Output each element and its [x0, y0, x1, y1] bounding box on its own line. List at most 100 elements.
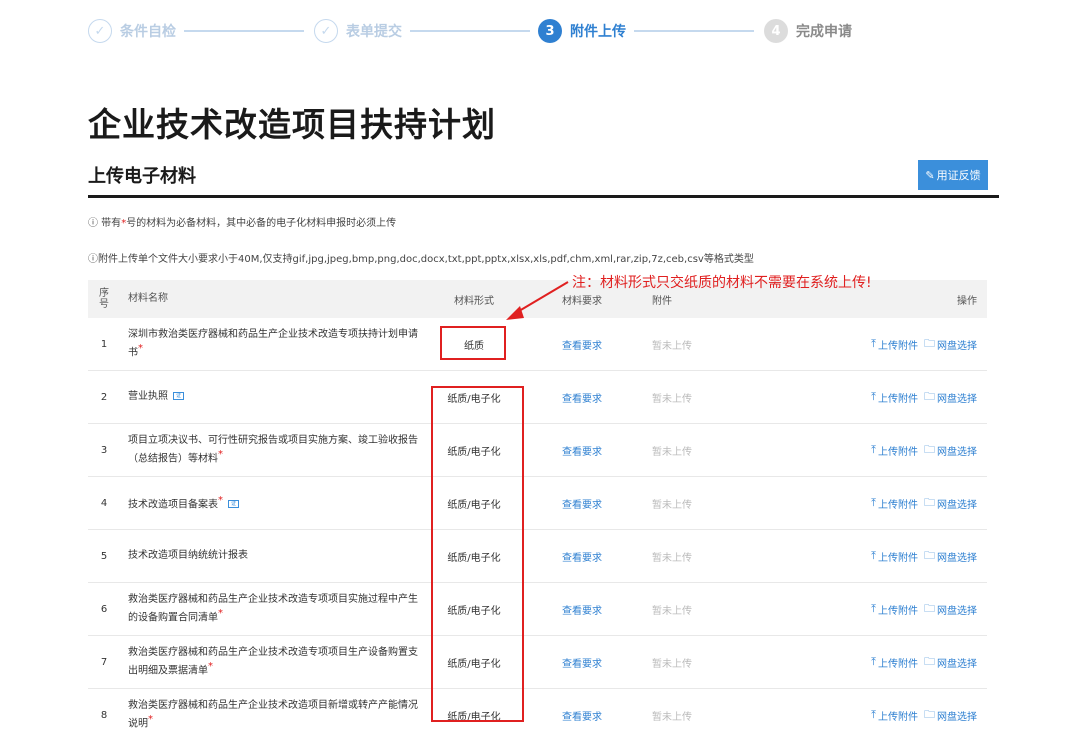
attachment-status: 暂未上传: [652, 393, 692, 405]
row-number: 4: [100, 497, 108, 509]
material-name-text: 救治类医疗器械和药品生产企业技术改造专项项目实施过程中产生的设备购置合同清单: [128, 593, 418, 624]
row-number: 7: [100, 656, 108, 668]
material-name-text: 营业执照: [128, 391, 168, 402]
progress-stepper: ✓ 条件自检 ✓ 表单提交 3 附件上传 4 完成申请: [88, 18, 858, 44]
row-actions: ⤒ 上传附件 🗀 网盘选择: [865, 689, 977, 730]
attachment-status: 暂未上传: [652, 711, 692, 723]
step-label: 完成申请: [796, 24, 852, 40]
row-number: 3: [100, 444, 108, 456]
step-connector: [184, 30, 304, 32]
view-requirement-link[interactable]: 查看要求: [562, 530, 622, 582]
upload-attachment-button[interactable]: ⤒ 上传附件: [871, 337, 918, 352]
required-note: ⓘ 带有*号的材料为必备材料，其中必备的电子化材料申报时必须上传: [88, 214, 396, 229]
cloud-disk-select-button[interactable]: 🗀 网盘选择: [924, 653, 977, 672]
table-row: 5 技术改造项目纳统统计报表 纸质/电子化 查看要求 暂未上传 ⤒ 上传附件 🗀 网盘选择: [88, 530, 987, 583]
step-number: 3: [538, 19, 562, 43]
row-number: 2: [100, 391, 108, 403]
note-text: 号的材料为必备材料，其中必备的电子化材料申报时必须上传: [126, 218, 397, 229]
table-row: 1 深圳市救治类医疗器械和药品生产企业技术改造专项扶持计划申请书* 纸质 查看要求 暂未…: [88, 318, 987, 371]
upload-icon: ⤒: [871, 390, 876, 403]
upload-icon: ⤒: [871, 337, 876, 350]
row-number: 8: [100, 709, 108, 721]
check-icon: ✓: [88, 19, 112, 43]
table-row: 4 技术改造项目备案表* 证纸质/电子化 查看要求 暂未上传 ⤒ 上传附件 🗀 网盘选择: [88, 477, 987, 530]
upload-attachment-button[interactable]: ⤒ 上传附件: [871, 655, 918, 670]
upload-icon: ⤒: [871, 655, 876, 668]
folder-icon: 🗀: [924, 442, 935, 456]
cloud-disk-select-button[interactable]: 🗀 网盘选择: [924, 706, 977, 725]
attachment-status: 暂未上传: [652, 446, 692, 458]
view-requirement-link[interactable]: 查看要求: [562, 424, 622, 476]
cloud-disk-select-button[interactable]: 🗀 网盘选择: [924, 335, 977, 354]
required-star: *: [148, 713, 153, 725]
material-name-text: 项目立项决议书、可行性研究报告或项目实施方案、竣工验收报告（总结报告）等材料: [128, 434, 418, 465]
file-size-note: ⓘ附件上传单个文件大小要求小于40M,仅支持gif,jpg,jpeg,bmp,p…: [88, 254, 754, 265]
check-icon: ✓: [314, 19, 338, 43]
row-actions: ⤒ 上传附件 🗀 网盘选择: [865, 424, 977, 476]
note-text: ⓘ 带有: [88, 218, 122, 229]
step-connector: [410, 30, 530, 32]
required-star: *: [218, 494, 223, 506]
material-name-text: 救治类医疗器械和药品生产企业技术改造专项项目生产设备购置支出明细及票据清单: [128, 646, 418, 677]
header-operation: 操作: [957, 295, 977, 307]
attachment-status: 暂未上传: [652, 552, 692, 564]
attachment-status: 暂未上传: [652, 658, 692, 670]
view-requirement-link[interactable]: 查看要求: [562, 371, 622, 423]
section-header: 上传电子材料 ✎ 用证反馈: [88, 158, 999, 198]
row-number: 5: [100, 550, 108, 562]
step-complete: 4 完成申请: [764, 18, 852, 44]
row-actions: ⤒ 上传附件 🗀 网盘选择: [865, 530, 977, 582]
material-name-text: 技术改造项目备案表: [128, 499, 218, 511]
row-actions: ⤒ 上传附件 🗀 网盘选择: [865, 583, 977, 635]
view-requirement-link[interactable]: 查看要求: [562, 636, 622, 688]
row-actions: ⤒ 上传附件 🗀 网盘选择: [865, 371, 977, 423]
cloud-disk-select-button[interactable]: 🗀 网盘选择: [924, 388, 977, 407]
view-requirement-link[interactable]: 查看要求: [562, 477, 622, 529]
e-license-icon: 证: [228, 500, 239, 509]
upload-attachment-button[interactable]: ⤒ 上传附件: [871, 443, 918, 458]
folder-icon: 🗀: [924, 548, 935, 562]
attachment-status: 暂未上传: [652, 340, 692, 352]
row-actions: ⤒ 上传附件 🗀 网盘选择: [865, 636, 977, 688]
cloud-disk-select-button[interactable]: 🗀 网盘选择: [924, 494, 977, 513]
upload-icon: ⤒: [871, 549, 876, 562]
step-label: 附件上传: [570, 24, 626, 40]
upload-attachment-button[interactable]: ⤒ 上传附件: [871, 708, 918, 723]
table-row: 8 救治类医疗器械和药品生产企业技术改造项目新增或转产产能情况说明* 纸质/电子化查…: [88, 689, 987, 730]
view-requirement-link[interactable]: 查看要求: [562, 583, 622, 635]
upload-attachment-button[interactable]: ⤒ 上传附件: [871, 549, 918, 564]
upload-icon: ⤒: [871, 602, 876, 615]
step-label: 表单提交: [346, 24, 402, 40]
table-row: 2 营业执照证纸质/电子化 查看要求 暂未上传 ⤒ 上传附件 🗀 网盘选择: [88, 371, 987, 424]
required-star: *: [208, 660, 213, 672]
step-number: 4: [764, 19, 788, 43]
feedback-button[interactable]: ✎ 用证反馈: [918, 160, 988, 190]
row-actions: ⤒ 上传附件 🗀 网盘选择: [865, 318, 977, 370]
upload-icon: ⤒: [871, 708, 876, 721]
step-form-submit: ✓ 表单提交: [314, 18, 402, 44]
upload-attachment-button[interactable]: ⤒ 上传附件: [871, 390, 918, 405]
header-no: 序号: [99, 288, 109, 310]
row-number: 6: [100, 603, 108, 615]
material-name-text: 技术改造项目纳统统计报表: [128, 550, 248, 561]
row-actions: ⤒ 上传附件 🗀 网盘选择: [865, 477, 977, 529]
table-row: 6 救治类医疗器械和药品生产企业技术改造专项项目实施过程中产生的设备购置合同清单*…: [88, 583, 987, 636]
cloud-disk-select-button[interactable]: 🗀 网盘选择: [924, 600, 977, 619]
folder-icon: 🗀: [924, 389, 935, 403]
folder-icon: 🗀: [924, 707, 935, 721]
header-name: 材料名称: [128, 293, 168, 304]
table-row: 3 项目立项决议书、可行性研究报告或项目实施方案、竣工验收报告（总结报告）等材料*…: [88, 424, 987, 477]
view-requirement-link[interactable]: 查看要求: [562, 689, 622, 730]
view-requirement-link[interactable]: 查看要求: [562, 318, 622, 370]
upload-attachment-button[interactable]: ⤒ 上传附件: [871, 602, 918, 617]
upload-attachment-button[interactable]: ⤒ 上传附件: [871, 496, 918, 511]
upload-icon: ⤒: [871, 496, 876, 509]
folder-icon: 🗀: [924, 495, 935, 509]
e-license-icon: 证: [173, 392, 184, 400]
folder-icon: 🗀: [924, 601, 935, 615]
material-name: 营业执照证: [128, 371, 418, 423]
required-star: *: [218, 448, 223, 460]
cloud-disk-select-button[interactable]: 🗀 网盘选择: [924, 547, 977, 566]
material-name: 深圳市救治类医疗器械和药品生产企业技术改造专项扶持计划申请书*: [128, 318, 418, 370]
cloud-disk-select-button[interactable]: 🗀 网盘选择: [924, 441, 977, 460]
